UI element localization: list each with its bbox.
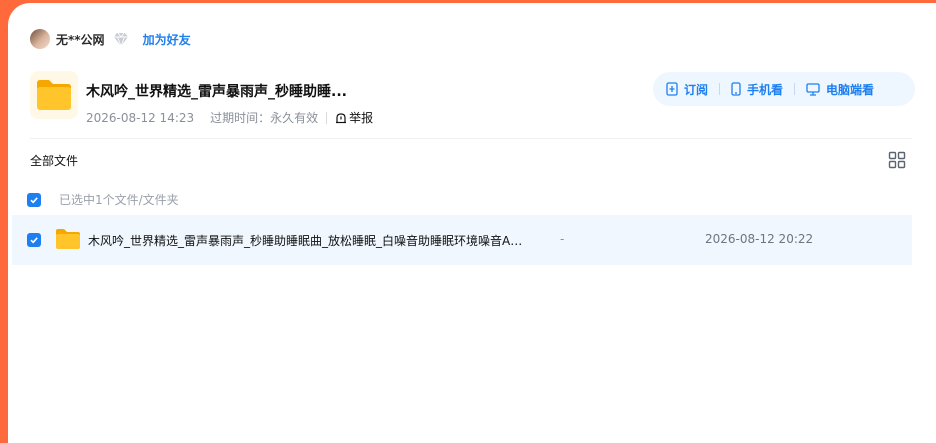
- report-button[interactable]: 举报: [335, 109, 373, 126]
- phone-view-button[interactable]: 手机看: [731, 81, 783, 98]
- divider: [719, 83, 721, 95]
- expire-label: 过期时间：: [210, 111, 271, 125]
- phone-icon: [731, 82, 741, 96]
- monitor-icon: [806, 82, 820, 96]
- select-all-checkbox[interactable]: [27, 192, 41, 207]
- subscribe-button[interactable]: 订阅: [666, 81, 708, 98]
- report-label: 举报: [349, 111, 374, 125]
- folder-icon: [37, 80, 71, 110]
- subscribe-icon: [666, 82, 678, 96]
- selection-status: 已选中1个文件/文件夹: [59, 193, 179, 207]
- select-all-row: 已选中1个文件/文件夹: [27, 191, 179, 208]
- add-friend-link[interactable]: 加为好友: [143, 31, 191, 48]
- expire-value: 永久有效: [270, 111, 319, 125]
- check-icon: [30, 196, 38, 203]
- share-actions: 订阅 手机看 电脑端看: [653, 72, 915, 106]
- share-page-card: 无**公网 加为好友 木风吟_世界精选_雷声暴雨声_秒睡助睡... 2026-0…: [8, 3, 936, 443]
- divider: [30, 138, 912, 139]
- sharer-info: 无**公网 加为好友: [30, 29, 191, 49]
- avatar[interactable]: [30, 29, 50, 49]
- share-title: 木风吟_世界精选_雷声暴雨声_秒睡助睡...: [86, 84, 347, 100]
- share-subinfo: 2026-08-12 14:23 过期时间： 永久有效 举报: [86, 109, 373, 126]
- pc-view-button[interactable]: 电脑端看: [806, 81, 874, 98]
- grid-view-icon[interactable]: [888, 151, 906, 169]
- subscribe-label: 订阅: [684, 82, 709, 97]
- share-header: 木风吟_世界精选_雷声暴雨声_秒睡助睡... 2026-08-12 14:23 …: [30, 71, 373, 126]
- file-checkbox[interactable]: [27, 233, 41, 247]
- file-date: 2026-08-12 20:22: [705, 232, 814, 246]
- diamond-icon: [113, 32, 128, 47]
- share-folder-thumb: [30, 71, 78, 119]
- check-icon: [30, 237, 38, 244]
- sharer-name: 无**公网: [56, 32, 105, 47]
- breadcrumb[interactable]: 全部文件: [30, 152, 78, 169]
- divider: [794, 83, 796, 95]
- phone-view-label: 手机看: [747, 82, 784, 97]
- report-icon: [336, 112, 347, 123]
- file-name[interactable]: 木风吟_世界精选_雷声暴雨声_秒睡助睡眠曲_放松睡眠_白噪音助睡眠环境噪音ASM…: [88, 232, 528, 249]
- folder-icon: [56, 229, 80, 249]
- file-row[interactable]: 木风吟_世界精选_雷声暴雨声_秒睡助睡眠曲_放松睡眠_白噪音助睡眠环境噪音ASM…: [12, 215, 912, 265]
- share-meta: 木风吟_世界精选_雷声暴雨声_秒睡助睡... 2026-08-12 14:23 …: [86, 71, 373, 126]
- pc-view-label: 电脑端看: [826, 82, 875, 97]
- divider: [326, 111, 328, 124]
- file-size: -: [560, 232, 565, 246]
- share-date: 2026-08-12 14:23: [86, 110, 195, 125]
